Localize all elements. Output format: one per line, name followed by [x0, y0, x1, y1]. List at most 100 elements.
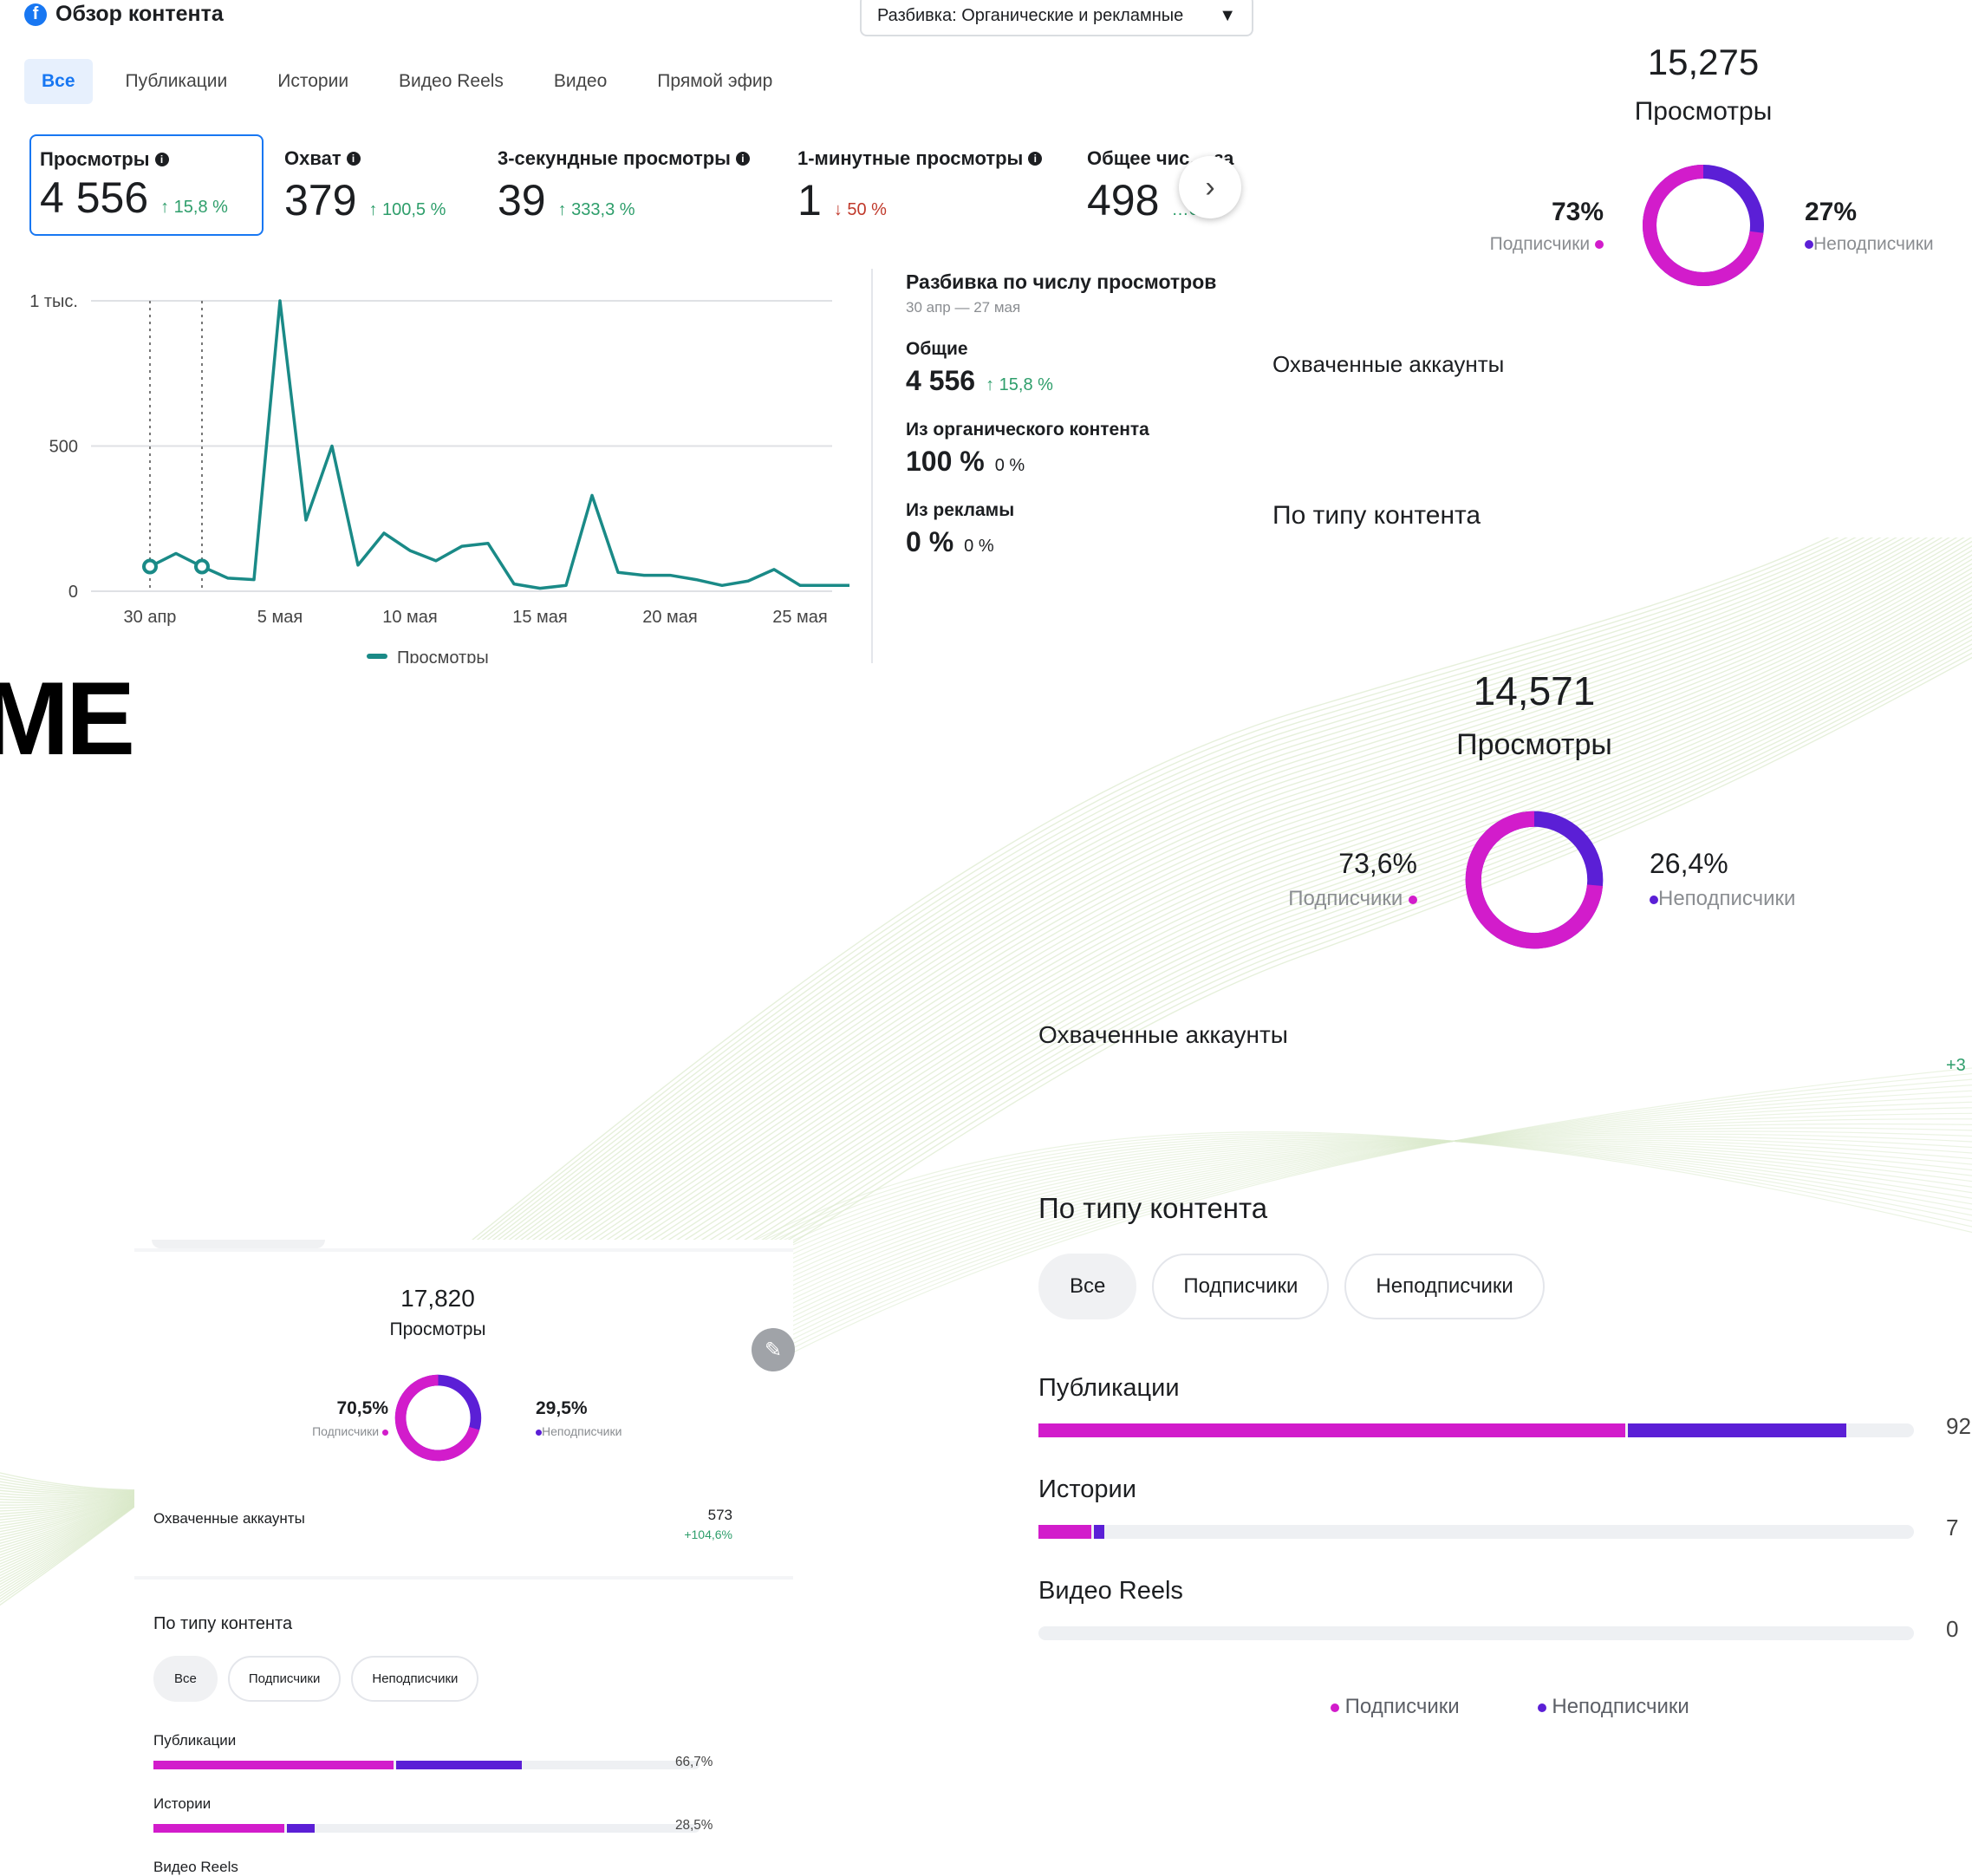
pill-all[interactable]: Все	[1038, 1254, 1137, 1319]
bar-track	[1038, 1423, 1914, 1437]
donut1-subscribers-label: Подписчики	[1448, 234, 1604, 255]
metric-value: 498	[1087, 176, 1160, 225]
metric-value: 379	[284, 176, 357, 225]
row-value: 0	[1946, 1616, 1959, 1643]
organic-value: 100 %	[906, 446, 985, 477]
pill-all[interactable]: Все	[153, 1656, 218, 1702]
panel-title: f Обзор контента	[24, 2, 224, 27]
row-value: 7	[1946, 1514, 1959, 1541]
info-icon[interactable]: i	[154, 153, 169, 166]
data-point[interactable]	[194, 558, 210, 575]
ads-label: Из рекламы	[906, 500, 1015, 520]
row-label: Публикации	[1038, 1374, 1180, 1402]
y-tick-label: 500	[49, 438, 78, 457]
data-point[interactable]	[142, 558, 158, 575]
card-subscribers-label: Подписчики	[238, 1424, 388, 1438]
pill-subscribers[interactable]: Подписчики	[227, 1656, 342, 1702]
tab-posts[interactable]: Публикации	[108, 59, 245, 104]
donut2-reached-accounts: Охваченные аккаунты	[1038, 1021, 1288, 1048]
donut1-section-title: По типу контента	[1272, 501, 1481, 530]
x-tick-label: 15 мая	[512, 608, 568, 627]
pill-nonsubscribers[interactable]: Неподписчики	[1344, 1254, 1545, 1319]
bar-track	[1038, 1626, 1914, 1640]
content-row: Истории 28,5%	[153, 1795, 732, 1859]
metric-value: 1	[797, 176, 822, 225]
y-tick-label: 0	[68, 583, 78, 602]
metric-card-1m-views[interactable]: 1-минутные просмотры i 1 ↓ 50 %	[797, 147, 1058, 249]
views-line-chart: 0 500 1 тыс. 30 апр 5 мая 10 мая 15 мая 20 мая 2…	[29, 292, 849, 663]
donut1-nonsubscribers-pct: 27%	[1805, 198, 1858, 226]
info-icon[interactable]: i	[346, 152, 361, 166]
card-nonsubscribers-label: Неподписчики	[536, 1424, 622, 1438]
divider	[871, 269, 873, 663]
row-label: Видео Reels	[1038, 1577, 1183, 1605]
metric-change: ↑ 100,5 %	[368, 200, 446, 219]
pill-subscribers[interactable]: Подписчики	[1152, 1254, 1330, 1319]
info-icon[interactable]: i	[735, 152, 750, 166]
x-tick-label: 10 мая	[382, 608, 438, 627]
chevron-right-icon[interactable]: ›	[1179, 156, 1241, 218]
legend-swatch	[367, 654, 387, 659]
tab-reels[interactable]: Видео Reels	[381, 59, 521, 104]
metric-value: 4 556	[40, 173, 149, 222]
tab-live[interactable]: Прямой эфир	[640, 59, 790, 104]
content-row: Истории 7	[1038, 1475, 1972, 1577]
facebook-icon: f	[24, 3, 47, 26]
donut2-filter-pills: Все Подписчики Неподписчики	[1038, 1254, 1545, 1319]
subscribers-dot-icon	[1409, 895, 1417, 904]
bar-subscribers	[1038, 1525, 1091, 1539]
row-label: Публикации	[153, 1732, 237, 1749]
row-label: Истории	[1038, 1475, 1136, 1503]
x-tick-label: 20 мая	[642, 608, 698, 627]
nonsubscribers-dot-icon	[536, 1429, 542, 1436]
bar-track	[1038, 1525, 1914, 1539]
content-row: Публикации 66,7%	[153, 1732, 732, 1795]
bar-nonsubscribers	[287, 1824, 315, 1833]
legend-label: Просмотры	[397, 648, 489, 663]
metric-change: ↓ 50 %	[833, 200, 887, 219]
card-views-caption: Просмотры	[389, 1319, 486, 1339]
metric-label: Охват	[284, 147, 342, 169]
metric-card-3s-views[interactable]: 3-секундные просмотры i 39 ↑ 333,3 %	[498, 147, 775, 249]
breakdown-dropdown[interactable]: Разбивка: Органические и рекламные ▼	[860, 0, 1253, 36]
donut2-views-total: 14,571	[1473, 668, 1596, 713]
bar-nonsubscribers	[1627, 1423, 1847, 1437]
metric-card-reach[interactable]: Охват i 379 ↑ 100,5 %	[284, 147, 484, 249]
content-row: Публикации 92	[1038, 1374, 1972, 1475]
bar-nonsubscribers	[396, 1761, 523, 1769]
bar-subscribers	[1038, 1423, 1625, 1437]
x-tick-label: 5 мая	[257, 608, 303, 627]
card-section-title: По типу контента	[153, 1614, 293, 1633]
legend-nonsubscribers: Неподписчики	[1537, 1695, 1689, 1719]
total-change: ↑ 15,8 %	[986, 375, 1053, 394]
caret-down-icon: ▼	[1219, 5, 1236, 25]
views-breakdown: Разбивка по числу просмотров 30 апр — 27…	[906, 270, 1253, 558]
tab-all[interactable]: Все	[24, 59, 93, 104]
content-tabs: Все Публикации Истории Видео Reels Видео…	[24, 59, 805, 104]
donut1-reached-accounts: Охваченные аккаунты	[1272, 351, 1505, 377]
total-value: 4 556	[906, 365, 976, 396]
total-label: Общие	[906, 339, 968, 359]
big-letters: ME	[0, 661, 135, 777]
donut2-views-caption: Просмотры	[1456, 728, 1612, 761]
donut2-legend: Подписчики Неподписчики	[1331, 1695, 1689, 1719]
pill-nonsubscribers[interactable]: Неподписчики	[351, 1656, 479, 1702]
card-divider-2	[134, 1576, 793, 1580]
ads-change: 0 %	[964, 537, 994, 556]
edit-pencil-icon[interactable]: ✎	[752, 1328, 795, 1371]
card-views-total: 17,820	[400, 1285, 475, 1312]
metric-change: ↑ 15,8 %	[160, 198, 228, 217]
card-subscribers-pct: 70,5%	[336, 1398, 388, 1418]
metric-label: 3-секундные просмотры	[498, 147, 731, 169]
row-value: 92	[1946, 1413, 1972, 1440]
donut2-content-bars: Публикации 92 Истории 7 Видео Reels 0	[1038, 1374, 1972, 1678]
card-filter-pills: Все Подписчики Неподписчики	[153, 1656, 479, 1702]
metric-card-views[interactable]: Просмотры i 4 556 ↑ 15,8 %	[29, 134, 264, 236]
tab-stories[interactable]: Истории	[260, 59, 366, 104]
organic-change: 0 %	[994, 456, 1025, 475]
info-icon[interactable]: i	[1028, 152, 1043, 166]
tab-video[interactable]: Видео	[537, 59, 624, 104]
x-tick-label: 30 апр	[124, 608, 177, 627]
breakdown-title: Разбивка по числу просмотров	[906, 270, 1217, 293]
ads-value: 0 %	[906, 526, 954, 557]
